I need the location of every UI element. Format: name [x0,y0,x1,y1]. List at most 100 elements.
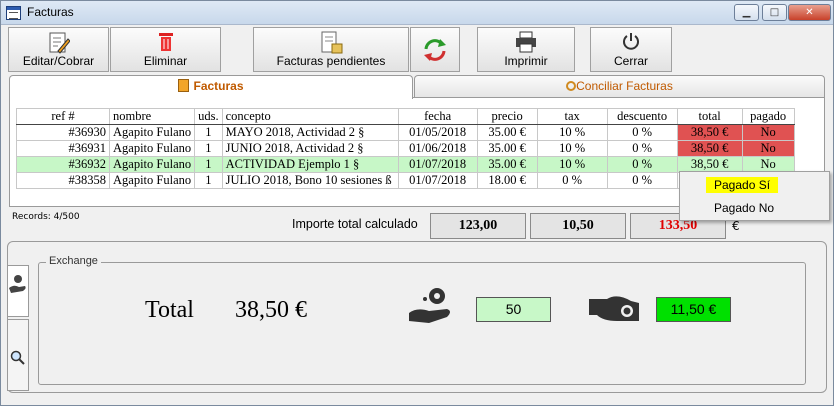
magnifier-icon [566,81,577,91]
delete-button[interactable]: Eliminar [110,27,221,72]
cell-tax: 10 % [536,140,608,157]
cell-fecha: 01/05/2018 [397,124,478,141]
cell-concepto: JULIO 2018, Bono 10 sesiones ß [221,172,399,189]
cell-tax: 10 % [536,124,608,141]
cell-precio: 35.00 € [476,124,538,141]
cell-descuento: 0 % [606,140,678,157]
change-amount-field: 11,50 € [656,297,731,322]
table-row[interactable]: #36931 Agapito Fulano 1 JUNIO 2018, Acti… [16,140,795,157]
cell-uds: 1 [194,172,223,189]
header-tax[interactable]: tax [536,108,608,125]
printer-icon [516,31,536,53]
refresh-icon [424,39,446,61]
cell-descuento: 0 % [606,156,678,173]
total-label: Total [145,297,194,323]
cell-descuento: 0 % [606,124,678,141]
total-amount: 38,50 € [235,297,307,323]
cell-concepto: JUNIO 2018, Actividad 2 § [221,140,399,157]
print-button[interactable]: Imprimir [477,27,575,72]
table-row[interactable]: #36930 Agapito Fulano 1 MAYO 2018, Activ… [16,124,795,141]
close-label: Cerrar [613,54,648,68]
cell-tax: 10 % [536,156,608,173]
pending-invoices-icon [321,31,343,54]
tab-facturas-label: Facturas [193,79,244,93]
tab-facturas[interactable]: Facturas [9,75,413,99]
close-button[interactable]: Cerrar [590,27,672,72]
edit-cobrar-label: Editar/Cobrar [22,54,95,68]
cell-pagado: No [741,140,795,157]
received-amount-field[interactable]: 50 [476,297,551,322]
header-precio[interactable]: precio [476,108,538,125]
cell-ref: #36930 [16,124,110,141]
header-concepto[interactable]: concepto [221,108,399,125]
facturas-window: Facturas ▁ □ ✕ Editar/Cobrar Eliminar Fa… [0,0,834,406]
cell-uds: 1 [194,124,223,141]
app-icon [6,6,21,20]
table-header-row: ref # nombre uds. concepto fecha precio … [16,108,795,125]
table-row-selected[interactable]: #36932 Agapito Fulano 1 ACTIVIDAD Ejempl… [16,156,795,173]
cell-ref: #36931 [16,140,110,157]
pending-invoices-label: Facturas pendientes [276,54,386,68]
exchange-legend: Exchange [46,255,101,267]
header-uds[interactable]: uds. [194,108,223,125]
cell-fecha: 01/06/2018 [397,140,478,157]
menu-item-pagado-no[interactable]: Pagado No [706,200,782,216]
cell-nombre: Agapito Fulano [108,156,196,173]
header-nombre[interactable]: nombre [108,108,196,125]
header-descuento[interactable]: descuento [606,108,678,125]
cell-ref: #36932 [16,156,110,173]
change-money-icon [589,296,639,321]
pending-invoices-button[interactable]: Facturas pendientes [253,27,409,72]
pagado-context-menu: Pagado Sí Pagado No [679,171,830,221]
currency-symbol: € [732,219,740,233]
title-bar[interactable]: Facturas ▁ □ ✕ [1,1,833,25]
cell-total: 38,50 € [676,140,743,157]
tab-conciliar-facturas[interactable]: Conciliar Facturas [414,75,825,97]
tab-exchange[interactable] [7,265,29,317]
edit-cobrar-button[interactable]: Editar/Cobrar [8,27,109,72]
tab-conciliar-label: Conciliar Facturas [576,79,673,93]
sum-total: 123,00 [430,213,526,239]
money-received-icon [409,288,450,323]
minimize-button[interactable]: ▁ [734,4,759,21]
invoice-table: ref # nombre uds. concepto fecha precio … [16,108,795,189]
cell-concepto: ACTIVIDAD Ejemplo 1 § [221,156,399,173]
search-icon [10,350,25,365]
maximize-button[interactable]: □ [762,4,787,21]
table-row[interactable]: #38358 Agapito Fulano 1 JULIO 2018, Bono… [16,172,795,189]
invoice-tab-icon [178,79,190,92]
cell-tax: 0 % [536,172,608,189]
cell-concepto: MAYO 2018, Actividad 2 § [221,124,399,141]
trash-icon [158,33,173,51]
coin-hand-icon [9,275,26,293]
power-icon [623,33,639,50]
cell-uds: 1 [194,140,223,157]
header-total[interactable]: total [676,108,743,125]
cell-pagado: No [741,124,795,141]
cell-precio: 18.00 € [476,172,538,189]
refresh-button[interactable] [410,27,460,72]
close-window-button[interactable]: ✕ [788,4,831,21]
cell-total: 38,50 € [676,124,743,141]
menu-item-pagado-si[interactable]: Pagado Sí [706,177,779,193]
records-count: Records: 4/500 [12,212,80,222]
print-label: Imprimir [504,54,548,68]
cell-nombre: Agapito Fulano [108,124,196,141]
importe-total-label: Importe total calculado [292,217,418,231]
cell-fecha: 01/07/2018 [397,172,478,189]
cell-uds: 1 [194,156,223,173]
window-title: Facturas [27,5,74,19]
delete-label: Eliminar [143,54,188,68]
cell-precio: 35.00 € [476,140,538,157]
cell-nombre: Agapito Fulano [108,172,196,189]
edit-document-icon [49,32,70,54]
tab-search[interactable] [7,319,29,391]
header-ref[interactable]: ref # [16,108,110,125]
sum-tax: 10,50 [530,213,626,239]
cell-ref: #38358 [16,172,110,189]
cell-precio: 35.00 € [476,156,538,173]
header-pagado[interactable]: pagado [741,108,795,125]
cell-descuento: 0 % [606,172,678,189]
header-fecha[interactable]: fecha [397,108,478,125]
cell-fecha: 01/07/2018 [397,156,478,173]
